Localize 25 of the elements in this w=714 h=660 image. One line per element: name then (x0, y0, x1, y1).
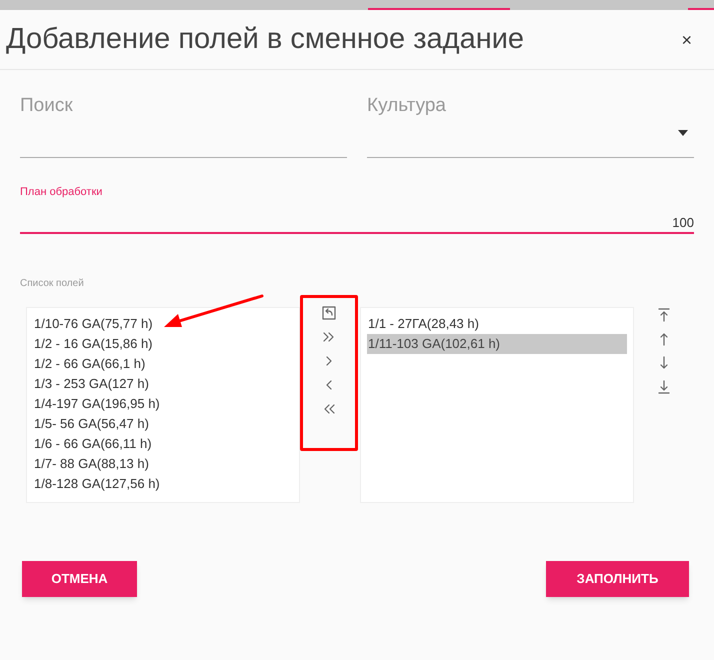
list-item[interactable]: 1/10-76 GA(75,77 h) (33, 314, 293, 334)
list-item[interactable]: 1/3 - 253 GA(127 h) (33, 374, 293, 394)
arrow-to-top-icon (656, 307, 672, 323)
list-item[interactable]: 1/6 - 66 GA(66,11 h) (33, 434, 293, 454)
undo-box-icon (321, 305, 337, 321)
close-button[interactable]: × (681, 30, 692, 48)
dropdown-caret-icon (678, 130, 688, 136)
list-item[interactable]: 1/11-103 GA(102,61 h) (367, 334, 627, 354)
search-field[interactable]: Поиск (20, 90, 347, 158)
list-item[interactable]: 1/2 - 66 GA(66,1 h) (33, 354, 293, 374)
list-item[interactable]: 1/2 - 16 GA(15,86 h) (33, 334, 293, 354)
cancel-button[interactable]: ОТМЕНА (22, 561, 137, 597)
dialog-title: Добавление полей в сменное задание (6, 22, 524, 57)
select-placeholder: Культура (367, 95, 446, 116)
list-item[interactable]: 1/7- 88 GA(88,13 h) (33, 454, 293, 474)
plan-field[interactable]: План обработки 100 (20, 184, 694, 234)
field-label: План обработки (20, 185, 102, 200)
section-label: Список полей (20, 277, 84, 291)
field-value: 100 (672, 214, 694, 232)
list-item[interactable]: 1/8-128 GA(127,56 h) (33, 474, 293, 494)
list-item[interactable]: 1/5- 56 GA(56,47 h) (33, 414, 293, 434)
list-item[interactable]: 1/4-197 GA(196,95 h) (33, 394, 293, 414)
list-item[interactable]: 1/1 - 27ГА(28,43 h) (367, 314, 627, 334)
fill-button[interactable]: ЗАПОЛНИТЬ (546, 561, 689, 597)
arrow-to-bottom-icon (656, 379, 672, 395)
